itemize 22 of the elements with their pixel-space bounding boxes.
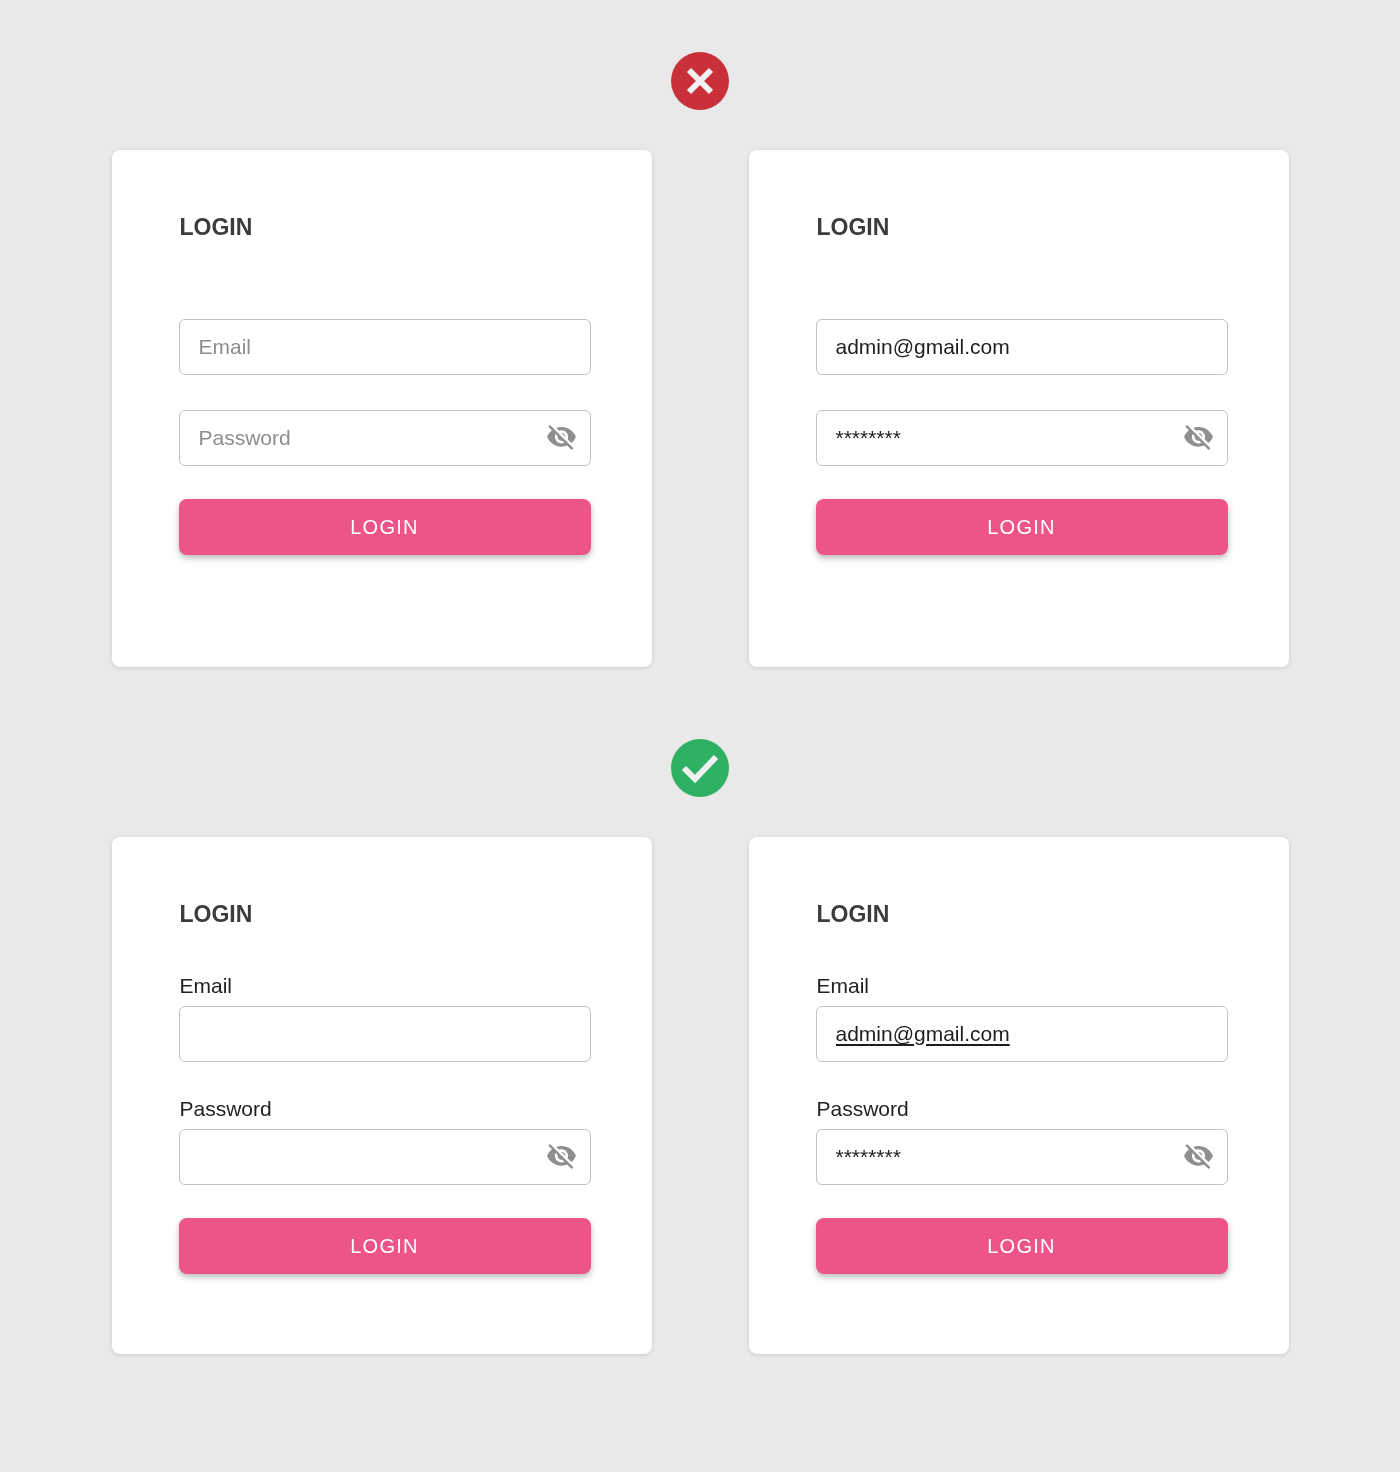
email-field[interactable]: Email	[178, 319, 591, 375]
field-label: Email	[178, 974, 232, 998]
email-field[interactable]	[178, 1006, 591, 1062]
form-title: LOGIN	[816, 900, 890, 929]
field-label: Password	[815, 1097, 909, 1121]
field-label: Email	[815, 974, 869, 998]
form-title: LOGIN	[179, 213, 253, 242]
form-title: LOGIN	[816, 213, 890, 242]
password-field[interactable]: Password	[178, 410, 591, 466]
eye-slash-icon[interactable]	[1183, 1144, 1213, 1169]
password-field[interactable]: ********	[815, 410, 1228, 466]
email-field[interactable]: admin@gmail.com	[815, 1006, 1228, 1062]
password-field[interactable]: ********	[815, 1129, 1228, 1185]
eye-slash-icon[interactable]	[1183, 425, 1213, 450]
form-title: LOGIN	[179, 900, 253, 929]
eye-slash-icon[interactable]	[546, 1144, 576, 1169]
cross-circle-icon	[671, 52, 729, 110]
field-label: Password	[178, 1097, 272, 1121]
eye-slash-icon[interactable]	[546, 425, 576, 450]
check-circle-icon	[671, 739, 729, 797]
password-field[interactable]	[178, 1129, 591, 1185]
email-field[interactable]: admin@gmail.com	[815, 319, 1228, 375]
